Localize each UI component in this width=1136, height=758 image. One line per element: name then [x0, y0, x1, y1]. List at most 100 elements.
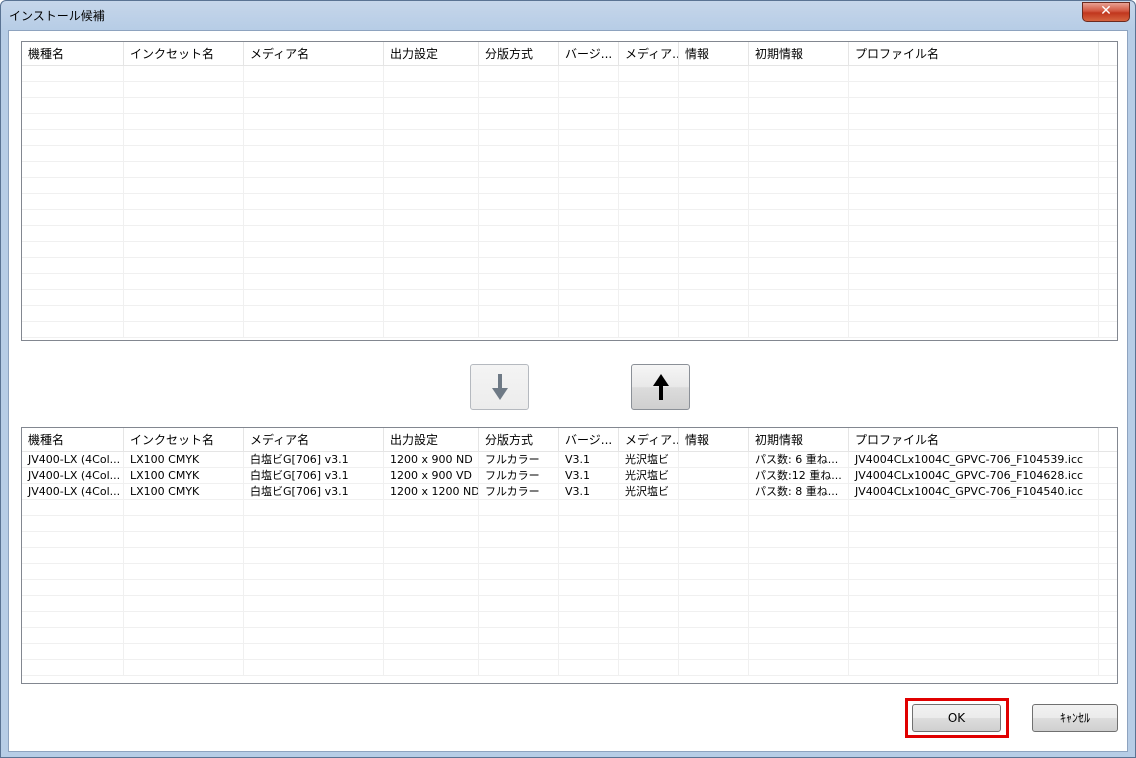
table-cell [22, 242, 124, 258]
table-cell [679, 580, 749, 596]
table-row[interactable]: JV400-LX (4Col... LX100 CMYK 白塩ビG[706] v3.… [22, 484, 1117, 500]
empty-row [22, 242, 1117, 258]
table-cell: 白塩ビG[706] v3.1 [244, 484, 384, 500]
empty-row [22, 162, 1117, 178]
table-cell [22, 274, 124, 290]
move-down-button[interactable] [470, 364, 529, 410]
table-cell [244, 274, 384, 290]
column-header[interactable]: 情報 [679, 42, 749, 66]
table-cell [384, 66, 479, 82]
table-cell [619, 548, 679, 564]
table-cell [679, 82, 749, 98]
table-cell [849, 274, 1099, 290]
candidate-list[interactable]: 機種名 インクセット名 メディア名 出力設定 分版方式 バージ... メディア... 情報 初期… [21, 427, 1118, 684]
column-header[interactable]: メディア... [619, 428, 679, 452]
table-row[interactable]: JV400-LX (4Col... LX100 CMYK 白塩ビG[706] v3.… [22, 468, 1117, 484]
table-cell [384, 242, 479, 258]
column-header[interactable]: メディア名 [244, 42, 384, 66]
column-header[interactable]: バージ... [559, 428, 619, 452]
column-header[interactable]: インクセット名 [124, 428, 244, 452]
table-cell [749, 290, 849, 306]
table-row[interactable]: JV400-LX (4Col... LX100 CMYK 白塩ビG[706] v3.… [22, 452, 1117, 468]
table-cell [679, 564, 749, 580]
table-cell [384, 274, 479, 290]
empty-row [22, 258, 1117, 274]
table-cell [244, 194, 384, 210]
ok-button[interactable]: OK [912, 704, 1001, 732]
column-header[interactable]: 機種名 [22, 428, 124, 452]
installed-list-rows [22, 66, 1117, 340]
table-cell [22, 306, 124, 322]
table-cell [22, 644, 124, 660]
table-cell [559, 612, 619, 628]
table-cell [619, 516, 679, 532]
table-cell [679, 660, 749, 676]
table-cell [749, 258, 849, 274]
table-cell [244, 146, 384, 162]
table-cell [679, 290, 749, 306]
table-cell [679, 130, 749, 146]
table-cell [124, 178, 244, 194]
table-cell [559, 564, 619, 580]
column-header[interactable]: メディア名 [244, 428, 384, 452]
empty-row [22, 500, 1117, 516]
column-header[interactable]: 分版方式 [479, 42, 559, 66]
empty-row [22, 660, 1117, 676]
table-cell [679, 628, 749, 644]
table-cell [479, 242, 559, 258]
table-cell [849, 628, 1099, 644]
column-header[interactable]: プロファイル名 [849, 42, 1099, 66]
table-cell [479, 660, 559, 676]
table-cell [22, 532, 124, 548]
empty-row [22, 564, 1117, 580]
table-cell [384, 290, 479, 306]
column-header[interactable]: 初期情報 [749, 428, 849, 452]
table-cell [679, 194, 749, 210]
table-cell [22, 580, 124, 596]
table-cell [559, 548, 619, 564]
column-header[interactable]: メディア... [619, 42, 679, 66]
table-cell [124, 532, 244, 548]
table-cell [22, 516, 124, 532]
window-title: インストール候補 [9, 9, 105, 23]
close-button[interactable]: ✕ [1082, 2, 1130, 22]
table-cell [559, 114, 619, 130]
table-cell [559, 66, 619, 82]
table-cell [849, 500, 1099, 516]
table-cell [479, 162, 559, 178]
column-header[interactable]: 初期情報 [749, 42, 849, 66]
table-cell [849, 322, 1099, 338]
cancel-button[interactable]: ｷｬﾝｾﾙ [1032, 704, 1118, 732]
empty-row [22, 290, 1117, 306]
table-cell [679, 644, 749, 660]
table-cell [384, 548, 479, 564]
column-header[interactable]: インクセット名 [124, 42, 244, 66]
column-header[interactable]: 分版方式 [479, 428, 559, 452]
table-cell [124, 146, 244, 162]
table-cell [22, 500, 124, 516]
table-cell [384, 516, 479, 532]
empty-row [22, 612, 1117, 628]
table-cell [849, 194, 1099, 210]
table-cell [619, 644, 679, 660]
column-header[interactable]: プロファイル名 [849, 428, 1099, 452]
table-cell [679, 178, 749, 194]
table-cell [619, 242, 679, 258]
title-bar[interactable]: インストール候補 ✕ [1, 1, 1135, 29]
column-header[interactable]: 出力設定 [384, 42, 479, 66]
table-cell [849, 226, 1099, 242]
table-cell [679, 226, 749, 242]
column-header[interactable]: 機種名 [22, 42, 124, 66]
table-cell [384, 322, 479, 338]
move-up-button[interactable] [631, 364, 690, 410]
table-cell [849, 306, 1099, 322]
installed-list[interactable]: 機種名 インクセット名 メディア名 出力設定 分版方式 バージ... メディア... 情報 初期… [21, 41, 1118, 341]
table-cell: 光沢塩ビ [619, 452, 679, 468]
table-cell [384, 500, 479, 516]
table-cell [244, 258, 384, 274]
column-header[interactable]: 出力設定 [384, 428, 479, 452]
table-cell [384, 258, 479, 274]
table-cell: パス数: 6 重ね... [749, 452, 849, 468]
column-header[interactable]: 情報 [679, 428, 749, 452]
column-header[interactable]: バージ... [559, 42, 619, 66]
